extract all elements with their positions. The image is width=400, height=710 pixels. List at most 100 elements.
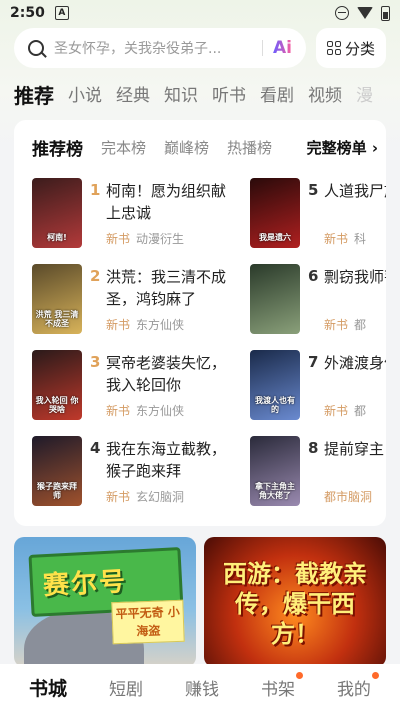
- book-meta: 新书 东方仙侠: [106, 402, 184, 419]
- search-icon: [28, 40, 44, 56]
- search-bar[interactable]: 圣女怀孕，关我杂役弟子... Ai: [14, 28, 306, 68]
- book-item[interactable]: 猴子跑来拜师 4 我在东海立截教，猴子跑来拜新书 玄幻脑洞: [32, 436, 242, 512]
- book-item[interactable]: 洪荒 我三清不成圣 2 洪荒：我三清不成圣，鸿钧麻了新书 东方仙侠: [32, 264, 242, 340]
- tab-audiobook[interactable]: 听书: [212, 82, 246, 110]
- book-tag: 新书: [106, 404, 131, 418]
- book-title: 洪荒：我三清不成圣，鸿钧麻了: [106, 268, 227, 308]
- book-cover-text: 拿下主角主角大佬了: [255, 482, 295, 500]
- book-cover: 洪荒 我三清不成圣: [32, 264, 82, 334]
- nav-short-drama[interactable]: 短剧: [109, 675, 143, 700]
- rank-tab-completed[interactable]: 完本榜: [101, 137, 146, 158]
- search-input[interactable]: 圣女怀孕，关我杂役弟子...: [54, 38, 252, 58]
- book-tag: 新书: [324, 318, 349, 332]
- tab-drama[interactable]: 看剧: [260, 82, 294, 110]
- promo-banners: 赛尔号 平平无奇 小海盗 西游：截教亲传，爆干西方！: [14, 537, 386, 667]
- book-cover-text: 我渡人也有的: [255, 396, 295, 414]
- book-tag: 新书: [106, 490, 131, 504]
- book-tag: 新书: [324, 232, 349, 246]
- book-cover-text: 我入轮回 你哭啥: [35, 396, 79, 414]
- book-genre: 东方仙侠: [136, 318, 185, 332]
- book-title: 我在东海立截教，猴子跑来拜: [106, 440, 227, 480]
- book-rank: 3: [90, 353, 101, 371]
- book-meta: 新书科: [324, 230, 366, 247]
- tab-classic[interactable]: 经典: [116, 82, 150, 110]
- category-label: 分类: [344, 39, 375, 58]
- book-meta: 新书都: [324, 316, 366, 333]
- nav-label: 我的: [336, 679, 371, 700]
- book-cover: 猴子跑来拜师: [32, 436, 82, 506]
- rank-tab-recommend[interactable]: 推荐榜: [32, 135, 83, 160]
- book-item[interactable]: 我入轮回 你哭啥 3 冥帝老婆装失忆，我入轮回你 新书 东方仙侠: [32, 350, 242, 426]
- book-tag: 新书: [324, 404, 349, 418]
- book-cover: 柯南!: [32, 178, 82, 248]
- nav-earn[interactable]: 赚钱: [185, 675, 219, 700]
- tab-novel[interactable]: 小说: [68, 82, 102, 110]
- book-rank: 8: [308, 439, 319, 457]
- book-rank: 5: [308, 181, 319, 199]
- nav-label: 书架: [260, 679, 295, 700]
- book-item[interactable]: 拿下主角主角大佬了 8 提前穿主，主都市脑洞: [250, 436, 386, 512]
- book-cover-text: 我是遗六: [259, 233, 291, 242]
- book-title: 外滩渡身份曝: [324, 354, 386, 372]
- notification-dot: [295, 671, 303, 679]
- banner-tag: 平平无奇 小海盗: [111, 599, 185, 645]
- book-title: 提前穿主，主: [324, 440, 386, 458]
- category-button[interactable]: 分类: [316, 28, 386, 68]
- book-cover: 拿下主角主角大佬了: [250, 436, 300, 506]
- nav-label: 赚钱: [184, 679, 219, 700]
- book-tag: 新书: [106, 232, 131, 246]
- book-rank: 1: [90, 181, 101, 199]
- banner-seer[interactable]: 赛尔号 平平无奇 小海盗: [14, 537, 196, 667]
- status-icons: [335, 5, 390, 21]
- status-bar: 2:50 A: [0, 0, 400, 26]
- nav-profile[interactable]: 我的: [336, 671, 379, 700]
- tab-comic[interactable]: 漫: [356, 82, 373, 110]
- book-cover: [250, 264, 300, 334]
- full-ranking-link[interactable]: 完整榜单 ›: [307, 137, 378, 158]
- ai-search-button[interactable]: Ai: [273, 38, 292, 58]
- book-item[interactable]: 6 剽窃我师菩提新书都: [250, 264, 386, 340]
- book-genre: 科: [354, 232, 367, 246]
- nav-bookstore[interactable]: 书城: [29, 674, 67, 701]
- bottom-nav: 书城 短剧 赚钱 书架 我的: [0, 664, 400, 710]
- book-genre: 都: [354, 318, 367, 332]
- status-time: 2:50: [10, 5, 45, 21]
- bookstore-page: { "status_bar": {"time": "2:50", "notif_…: [0, 0, 400, 710]
- book-meta: 新书都: [324, 402, 366, 419]
- tab-video[interactable]: 视频: [308, 82, 342, 110]
- banner-title: 赛尔号: [42, 566, 128, 602]
- book-cover: 我入轮回 你哭啥: [32, 350, 82, 420]
- book-meta: 新书 动漫衍生: [106, 230, 184, 247]
- book-item[interactable]: 柯南! 1 柯南！愿为组织献上忠诚 新书 动漫衍生: [32, 178, 242, 254]
- nav-label: 书城: [28, 677, 67, 700]
- nav-label: 短剧: [108, 679, 143, 700]
- book-item[interactable]: 我是遗六 5 人道我尸族我新书科: [250, 178, 386, 254]
- book-cover-text: 柯南!: [47, 233, 67, 242]
- do-not-disturb-icon: [335, 6, 349, 20]
- channel-tabs: 推荐 小说 经典 知识 听书 看剧 视频 漫: [14, 78, 390, 110]
- book-cover-text: 洪荒 我三清不成圣: [35, 310, 79, 328]
- book-meta: 新书 东方仙侠: [106, 316, 184, 333]
- book-item[interactable]: 我渡人也有的 7 外滩渡身份曝新书都: [250, 350, 386, 426]
- rank-tab-hot[interactable]: 热播榜: [227, 137, 272, 158]
- tab-recommend[interactable]: 推荐: [14, 82, 54, 110]
- rank-tabs: 推荐榜 完本榜 巅峰榜 热播榜 完整榜单 ›: [32, 134, 378, 160]
- book-rank: 4: [90, 439, 101, 457]
- book-genre: 动漫衍生: [136, 232, 185, 246]
- grid-icon: [326, 41, 341, 55]
- book-title: 剽窃我师菩提: [324, 268, 386, 286]
- banner-xiyou[interactable]: 西游：截教亲传，爆干西方！: [204, 537, 386, 667]
- search-divider: [262, 40, 264, 56]
- nav-bookshelf[interactable]: 书架: [260, 671, 303, 700]
- book-cover: 我是遗六: [250, 178, 300, 248]
- book-genre: 都: [354, 404, 367, 418]
- book-meta: 新书 玄幻脑洞: [106, 488, 184, 505]
- rank-tab-peak[interactable]: 巅峰榜: [164, 137, 209, 158]
- book-cover: 我渡人也有的: [250, 350, 300, 420]
- book-meta: 都市脑洞: [324, 488, 378, 505]
- battery-icon: [381, 5, 390, 21]
- book-rank: 2: [90, 267, 101, 285]
- notification-dot: [371, 671, 379, 679]
- tab-knowledge[interactable]: 知识: [164, 82, 198, 110]
- notification-icon: A: [54, 6, 69, 20]
